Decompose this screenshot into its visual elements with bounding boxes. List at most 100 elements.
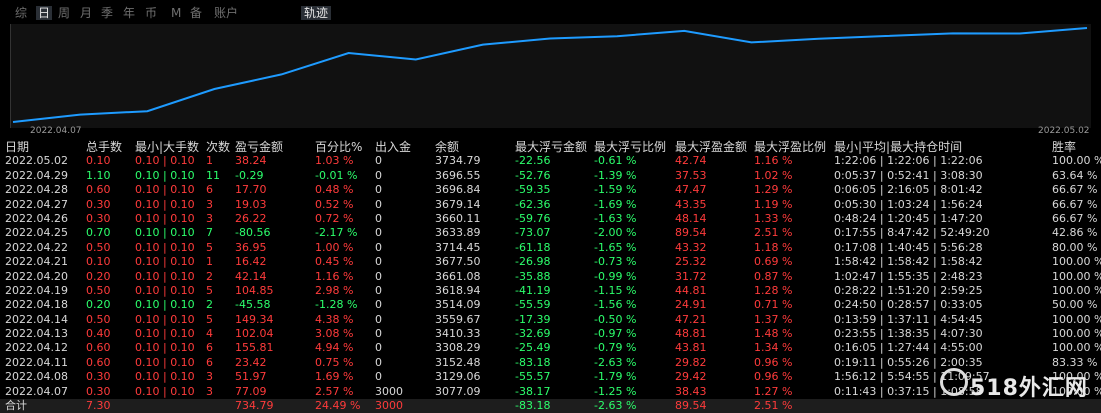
tab-period-8[interactable]: 备 bbox=[190, 6, 202, 20]
cell-pl: 19.03 bbox=[235, 197, 267, 211]
table-row[interactable]: 2022.04.18 0.20 0.10 | 0.10 2 -45.58 -1.28 % 0… bbox=[0, 298, 1101, 312]
total-pl: 734.79 bbox=[235, 399, 274, 413]
cell-mfpp: 0.96 % bbox=[754, 355, 793, 369]
cell-pl: -80.56 bbox=[235, 226, 271, 240]
column-header[interactable]: 出入金 bbox=[375, 140, 411, 154]
column-header[interactable]: 最大浮亏金额 bbox=[515, 140, 587, 154]
cell-mfl: -25.49 bbox=[515, 341, 551, 355]
total-label: 合计 bbox=[5, 399, 27, 413]
cell-count: 5 bbox=[206, 312, 213, 326]
cell-mfp: 44.81 bbox=[675, 283, 707, 297]
table-row[interactable]: 2022.04.29 1.10 0.10 | 0.10 11 -0.29 -0.01 % 0… bbox=[0, 169, 1101, 183]
total-pct: 24.49 % bbox=[315, 399, 361, 413]
table-row[interactable]: 2022.04.13 0.40 0.10 | 0.10 4 102.04 3.08 % 0 3… bbox=[0, 327, 1101, 341]
column-header[interactable]: 百分比% bbox=[315, 140, 362, 154]
table-row[interactable]: 2022.04.27 0.30 0.10 | 0.10 3 19.03 0.52 % 0 36… bbox=[0, 198, 1101, 212]
cell-pl: 102.04 bbox=[235, 327, 274, 341]
column-header[interactable]: 最小|大手数 bbox=[135, 140, 199, 154]
cell-mflp: -0.50 % bbox=[594, 312, 637, 326]
column-header[interactable]: 次数 bbox=[206, 140, 230, 154]
table-row[interactable]: 2022.04.07 0.30 0.10 | 0.10 3 77.09 2.57 % 300… bbox=[0, 385, 1101, 399]
column-header[interactable]: 总手数 bbox=[86, 140, 122, 154]
cell-bal: 3618.94 bbox=[435, 283, 481, 297]
total-mfl: -83.18 bbox=[515, 399, 551, 413]
table-row[interactable]: 2022.04.12 0.60 0.10 | 0.10 6 155.81 4.94 % 0 3… bbox=[0, 341, 1101, 355]
cell-bal: 3696.84 bbox=[435, 183, 481, 197]
cell-mflp: -0.61 % bbox=[594, 154, 637, 168]
column-header[interactable]: 日期 bbox=[5, 140, 29, 154]
cell-lots: 0.60 bbox=[86, 341, 111, 355]
cell-pl: 36.95 bbox=[235, 240, 267, 254]
table-row[interactable]: 2022.04.22 0.50 0.10 | 0.10 5 36.95 1.00 % 0 37… bbox=[0, 241, 1101, 255]
cell-bal: 3679.14 bbox=[435, 197, 481, 211]
column-header[interactable]: 胜率 bbox=[1052, 140, 1076, 154]
cell-pl: -45.58 bbox=[235, 298, 271, 312]
tab-period-3[interactable]: 月 bbox=[80, 6, 92, 20]
cell-date: 2022.04.28 bbox=[5, 183, 68, 197]
cell-minmax: 0.10 | 0.10 bbox=[135, 283, 195, 297]
cell-mfl: -83.18 bbox=[515, 355, 551, 369]
cell-mfl: -73.07 bbox=[515, 226, 551, 240]
column-header[interactable]: 最小|平均|最大持仓时间 bbox=[834, 140, 962, 154]
cell-pct: 0.52 % bbox=[315, 197, 354, 211]
cell-win: 66.67 % bbox=[1052, 197, 1098, 211]
cell-count: 2 bbox=[206, 269, 213, 283]
cell-flow: 0 bbox=[375, 240, 382, 254]
table-row[interactable]: 2022.04.25 0.70 0.10 | 0.10 7 -80.56 -2.17 % 0… bbox=[0, 226, 1101, 240]
cell-mflp: -2.63 % bbox=[594, 355, 637, 369]
table-row[interactable]: 2022.04.21 0.10 0.10 | 0.10 1 16.42 0.45 % 0 36… bbox=[0, 255, 1101, 269]
cell-win: 100.00 % bbox=[1052, 269, 1101, 283]
cell-mfp: 47.47 bbox=[675, 183, 707, 197]
cell-flow: 0 bbox=[375, 211, 382, 225]
column-header[interactable]: 最大浮盈比例 bbox=[754, 140, 826, 154]
cell-mflp: -0.73 % bbox=[594, 255, 637, 269]
cell-mfpp: 1.33 % bbox=[754, 211, 793, 225]
cell-minmax: 0.10 | 0.10 bbox=[135, 168, 195, 182]
cell-count: 7 bbox=[206, 226, 213, 240]
column-header[interactable]: 余额 bbox=[435, 140, 459, 154]
table-row[interactable]: 2022.04.20 0.20 0.10 | 0.10 2 42.14 1.16 % 0 36… bbox=[0, 270, 1101, 284]
cell-date: 2022.04.26 bbox=[5, 211, 68, 225]
table-row[interactable]: 2022.04.28 0.60 0.10 | 0.10 6 17.70 0.48 % 0 36… bbox=[0, 183, 1101, 197]
cell-mflp: -1.69 % bbox=[594, 197, 637, 211]
tab-period-9[interactable]: 账户 bbox=[214, 6, 238, 20]
column-header[interactable]: 盈亏金额 bbox=[235, 140, 283, 154]
cell-flow: 0 bbox=[375, 327, 382, 341]
cell-win: 42.86 % bbox=[1052, 226, 1098, 240]
cell-mfpp: 1.18 % bbox=[754, 240, 793, 254]
tab-period-6[interactable]: 币 bbox=[145, 6, 157, 20]
cell-hold: 0:06:05 | 2:16:05 | 8:01:42 bbox=[834, 183, 983, 197]
cell-bal: 3677.50 bbox=[435, 255, 481, 269]
cell-lots: 0.30 bbox=[86, 211, 111, 225]
column-header[interactable]: 最大浮亏比例 bbox=[594, 140, 666, 154]
tab-period-4[interactable]: 季 bbox=[101, 6, 113, 20]
cell-mfp: 31.72 bbox=[675, 269, 707, 283]
table-row[interactable]: 2022.04.11 0.60 0.10 | 0.10 6 23.42 0.75 % 0 31… bbox=[0, 356, 1101, 370]
tab-period-0[interactable]: 综 bbox=[15, 6, 27, 20]
cell-bal: 3633.89 bbox=[435, 226, 481, 240]
cell-date: 2022.04.14 bbox=[5, 312, 68, 326]
table-row[interactable]: 2022.05.02 0.10 0.10 | 0.10 1 38.24 1.03 % 0 37… bbox=[0, 154, 1101, 168]
cell-hold: 0:05:30 | 1:03:24 | 1:56:24 bbox=[834, 197, 983, 211]
cell-date: 2022.04.20 bbox=[5, 269, 68, 283]
total-mfp: 89.54 bbox=[675, 399, 707, 413]
cell-hold: 0:17:08 | 1:40:45 | 5:56:28 bbox=[834, 240, 983, 254]
cell-lots: 0.30 bbox=[86, 197, 111, 211]
tab-period-2[interactable]: 周 bbox=[58, 6, 70, 20]
cell-mflp: -1.59 % bbox=[594, 183, 637, 197]
table-row[interactable]: 2022.04.14 0.50 0.10 | 0.10 5 149.34 4.38 % 0 3… bbox=[0, 313, 1101, 327]
tab-period-5[interactable]: 年 bbox=[123, 6, 135, 20]
cell-date: 2022.04.11 bbox=[5, 355, 68, 369]
cell-minmax: 0.10 | 0.10 bbox=[135, 341, 195, 355]
cell-hold: 1:22:06 | 1:22:06 | 1:22:06 bbox=[834, 154, 983, 168]
table-row[interactable]: 2022.04.26 0.30 0.10 | 0.10 3 26.22 0.72 % 0 36… bbox=[0, 212, 1101, 226]
cell-hold: 0:05:37 | 0:52:41 | 3:08:30 bbox=[834, 168, 983, 182]
table-row[interactable]: 2022.04.19 0.50 0.10 | 0.10 5 104.85 2.98 % 0 3… bbox=[0, 284, 1101, 298]
tab-period-1[interactable]: 日 bbox=[36, 6, 53, 20]
cell-lots: 0.30 bbox=[86, 370, 111, 384]
table-row[interactable]: 2022.04.08 0.30 0.10 | 0.10 3 51.97 1.69 % 0 31… bbox=[0, 370, 1101, 384]
column-header[interactable]: 最大浮盈金额 bbox=[675, 140, 747, 154]
tab-period-7[interactable]: M bbox=[171, 6, 181, 20]
cell-pl: 149.34 bbox=[235, 312, 274, 326]
tab-trajectory[interactable]: 轨迹 bbox=[301, 6, 332, 20]
